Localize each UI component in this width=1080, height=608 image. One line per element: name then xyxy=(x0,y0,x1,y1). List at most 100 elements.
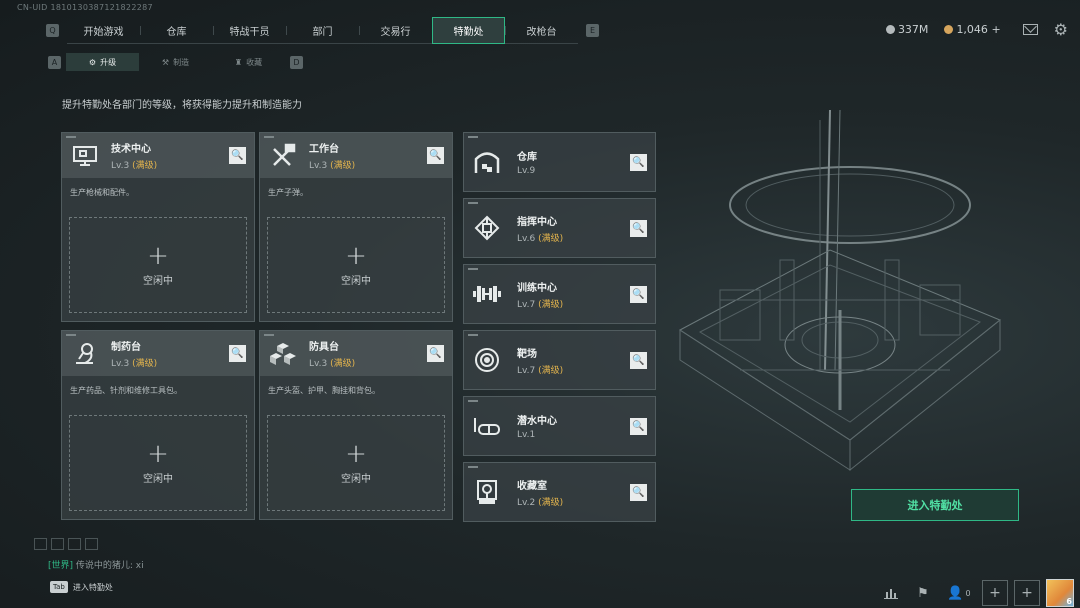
nav-left-key[interactable]: Q xyxy=(46,24,59,37)
card-level: Lv.3 (满级) xyxy=(111,161,158,171)
department-card-training-center[interactable]: 训练中心 Lv.7 (满级) 🔍 xyxy=(463,264,656,324)
work-card-armor-bench[interactable]: 防具台 Lv.3 (满级) 🔍 生产头盔、护甲、胸挂和背包。 + 空闲中 xyxy=(259,330,453,520)
friends-icon: 👤 xyxy=(947,585,964,601)
slot-status: 空闲中 xyxy=(341,275,371,287)
friends-count: 0 xyxy=(965,588,971,598)
card-level: Lv.3 (满级) xyxy=(309,161,356,171)
department-card-dive-center[interactable]: 潜水中心 Lv.1 🔍 xyxy=(463,396,656,456)
tab-gunsmith[interactable]: 改枪台 xyxy=(505,17,578,44)
work-card-tech-center[interactable]: 技术中心 Lv.3 (满级) 🔍 生产枪械和配件。 + 空闲中 xyxy=(61,132,255,322)
card-level: Lv.7 (满级) xyxy=(517,299,564,310)
avatar[interactable]: 6 xyxy=(1046,579,1074,607)
card-title: 指挥中心 xyxy=(517,216,557,228)
card-header: 制药台 Lv.3 (满级) 🔍 xyxy=(62,331,254,376)
sub-nav: A ⚙ 升级 ⚒ 制造 ♜ 收藏 D xyxy=(48,53,303,71)
inspect-icon[interactable]: 🔍 xyxy=(229,147,246,164)
friends-button[interactable]: 👤 0 xyxy=(939,578,979,608)
inspect-icon[interactable]: 🔍 xyxy=(630,483,647,501)
top-right-bar: 337M 1,046 + ⚙ xyxy=(885,20,1068,39)
collection-icon: ♜ xyxy=(234,57,243,67)
add-slot-button[interactable]: + xyxy=(1014,580,1040,606)
stats-icon[interactable] xyxy=(875,578,907,608)
gear-icon[interactable]: ⚙ xyxy=(1054,20,1068,39)
top-tabs: 开始游戏 仓库 特战干员 部门 交易行 特勤处 改枪台 xyxy=(67,17,578,44)
flag-icon[interactable]: ⚑ xyxy=(907,578,939,608)
player-uid: CN-UID 1810130387121822287 xyxy=(17,3,153,12)
card-level: Lv.3 (满级) xyxy=(111,359,158,369)
tab-hint-label: 进入特勤处 xyxy=(72,582,113,592)
card-level: Lv.9 xyxy=(517,166,536,176)
card-description: 生产子弹。 xyxy=(268,188,308,197)
inspect-icon[interactable]: 🔍 xyxy=(630,153,647,171)
card-title: 训练中心 xyxy=(517,282,557,294)
silver-currency: 337M xyxy=(885,23,928,36)
add-currency-button[interactable]: + xyxy=(991,23,1000,36)
trophy-icon xyxy=(472,477,502,507)
subnav-right-key[interactable]: D xyxy=(290,55,303,69)
craft-icon: ⚒ xyxy=(161,57,170,67)
target-icon xyxy=(472,345,502,375)
inspect-icon[interactable]: 🔍 xyxy=(229,345,246,362)
add-slot-button[interactable]: + xyxy=(982,580,1008,606)
slot-status: 空闲中 xyxy=(143,275,173,287)
nav-right-key[interactable]: E xyxy=(586,24,599,37)
tab-department[interactable]: 部门 xyxy=(286,17,359,44)
mail-icon[interactable] xyxy=(1022,24,1038,35)
decor-grid xyxy=(34,538,98,550)
card-description: 生产药品、针剂和维修工具包。 xyxy=(70,386,182,395)
department-card-collection-room[interactable]: 收藏室 Lv.2 (满级) 🔍 xyxy=(463,462,656,522)
production-slot[interactable]: + 空闲中 xyxy=(267,217,445,313)
work-card-pharmacy[interactable]: 制药台 Lv.3 (满级) 🔍 生产药品、针剂和维修工具包。 + 空闲中 xyxy=(61,330,255,520)
chat-message: 传说中的猪儿: xi xyxy=(75,561,144,571)
department-card-command-center[interactable]: 指挥中心 Lv.6 (满级) 🔍 xyxy=(463,198,656,258)
tab-special-ops[interactable]: 特勤处 xyxy=(432,17,505,44)
card-header: 技术中心 Lv.3 (满级) 🔍 xyxy=(62,133,254,178)
chat-line[interactable]: [世界] 传说中的猪儿: xi xyxy=(48,558,144,571)
production-slot[interactable]: + 空闲中 xyxy=(69,217,247,313)
inspect-icon[interactable]: 🔍 xyxy=(630,285,647,303)
chat-channel: [世界] xyxy=(48,561,74,571)
card-level: Lv.3 (满级) xyxy=(309,359,356,369)
subtab-collection[interactable]: ♜ 收藏 xyxy=(212,53,285,71)
tab-hint[interactable]: Tab 进入特勤处 xyxy=(50,581,113,593)
slot-status: 空闲中 xyxy=(143,473,173,485)
chip-icon xyxy=(472,213,502,243)
sub-tabs: ⚙ 升级 ⚒ 制造 ♜ 收藏 xyxy=(66,53,285,71)
subtab-upgrade[interactable]: ⚙ 升级 xyxy=(66,53,139,71)
card-level: Lv.6 (满级) xyxy=(517,233,564,244)
subtab-craft[interactable]: ⚒ 制造 xyxy=(139,53,212,71)
bottom-bar: ⚑ 👤 0 + + 6 xyxy=(875,578,1080,608)
slot-status: 空闲中 xyxy=(341,473,371,485)
department-card-warehouse[interactable]: 仓库 Lv.9 🔍 xyxy=(463,132,656,192)
card-level: Lv.1 xyxy=(517,430,536,440)
card-header: 防具台 Lv.3 (满级) 🔍 xyxy=(260,331,452,376)
card-header: 工作台 Lv.3 (满级) 🔍 xyxy=(260,133,452,178)
inspect-icon[interactable]: 🔍 xyxy=(630,417,647,435)
tab-key: Tab xyxy=(50,581,68,593)
production-slot[interactable]: + 空闲中 xyxy=(69,415,247,511)
card-description: 生产枪械和配件。 xyxy=(70,188,134,197)
department-card-shooting-range[interactable]: 靶场 Lv.7 (满级) 🔍 xyxy=(463,330,656,390)
card-title: 靶场 xyxy=(517,348,537,360)
tab-warehouse[interactable]: 仓库 xyxy=(140,17,213,44)
card-title: 工作台 xyxy=(309,144,339,155)
subnav-left-key[interactable]: A xyxy=(48,55,61,69)
inspect-icon[interactable]: 🔍 xyxy=(630,219,647,237)
tab-operators[interactable]: 特战干员 xyxy=(213,17,286,44)
warehouse-icon xyxy=(472,147,502,177)
card-title: 技术中心 xyxy=(111,144,151,155)
inspect-icon[interactable]: 🔍 xyxy=(630,351,647,369)
enter-special-ops-button[interactable]: 进入特勤处 xyxy=(851,489,1019,521)
card-level: Lv.7 (满级) xyxy=(517,365,564,376)
work-card-workbench[interactable]: 工作台 Lv.3 (满级) 🔍 生产子弹。 + 空闲中 xyxy=(259,132,453,322)
production-slot[interactable]: + 空闲中 xyxy=(267,415,445,511)
inspect-icon[interactable]: 🔍 xyxy=(427,147,444,164)
inspect-icon[interactable]: 🔍 xyxy=(427,345,444,362)
card-level: Lv.2 (满级) xyxy=(517,497,564,508)
page-description: 提升特勤处各部门的等级，将获得能力提升和制造能力 xyxy=(62,100,302,111)
silver-coin-icon xyxy=(885,25,895,34)
tab-start-game[interactable]: 开始游戏 xyxy=(67,17,140,44)
tab-market[interactable]: 交易行 xyxy=(359,17,432,44)
card-title: 收藏室 xyxy=(517,480,547,492)
gold-currency[interactable]: 1,046 + xyxy=(944,23,1001,36)
